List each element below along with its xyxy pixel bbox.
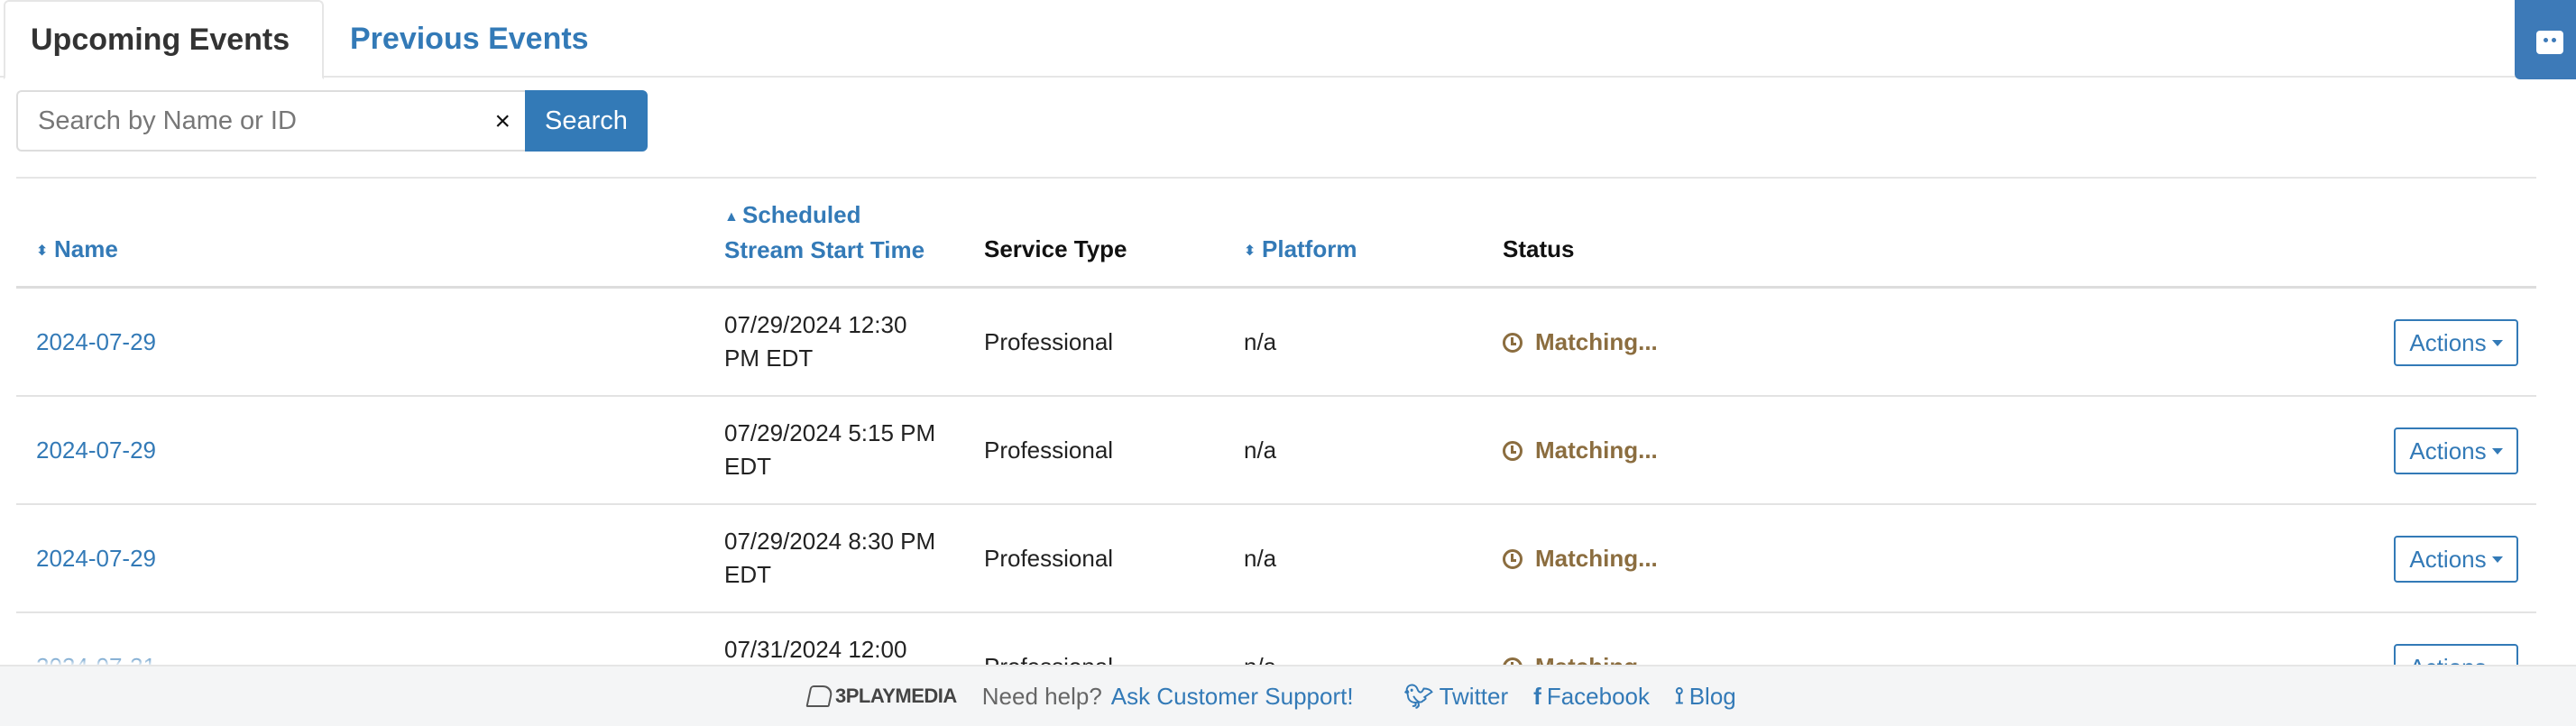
caret-down-icon bbox=[2491, 556, 2503, 563]
tab-upcoming-label: Upcoming Events bbox=[31, 22, 290, 57]
site-footer: 3PLAYMEDIA Need help? Ask Customer Suppo… bbox=[0, 665, 2576, 726]
events-table: ⬍ Name ▲ Scheduled Stream Start Time Servi… bbox=[16, 177, 2536, 721]
facebook-label: Facebook bbox=[1546, 682, 1651, 710]
header-service-type: Service Type bbox=[984, 235, 1127, 262]
rss-icon: ⟟ bbox=[1675, 682, 1684, 709]
actions-dropdown-button[interactable]: Actions bbox=[2394, 319, 2518, 366]
scheduled-time-line1: 07/29/2024 5:15 PM bbox=[724, 419, 936, 446]
table-row: 2024-07-29 07/29/2024 12:30 PM EDT Profe… bbox=[16, 289, 2536, 397]
customer-support-link[interactable]: Ask Customer Support! bbox=[1111, 683, 1354, 711]
event-name-link[interactable]: 2024-07-29 bbox=[36, 326, 156, 359]
event-tabs: Upcoming Events Previous Events bbox=[0, 0, 2536, 79]
actions-label: Actions bbox=[2409, 328, 2487, 356]
event-name-link[interactable]: 2024-07-29 bbox=[36, 434, 156, 467]
actions-label: Actions bbox=[2409, 437, 2487, 464]
scheduled-time-line2: PM EDT bbox=[724, 345, 814, 372]
header-scheduled-line2: Stream Start Time bbox=[724, 236, 925, 263]
service-type: Professional bbox=[984, 328, 1114, 355]
scheduled-time: 07/29/2024 8:30 PM EDT bbox=[724, 525, 968, 592]
scheduled-time-line2: EDT bbox=[724, 561, 771, 588]
header-name-label: Name bbox=[54, 235, 118, 262]
sort-both-icon: ⬍ bbox=[1244, 244, 1256, 259]
platform: n/a bbox=[1244, 328, 1277, 355]
status-badge: Matching... bbox=[1503, 326, 1658, 359]
scheduled-time: 07/29/2024 12:30 PM EDT bbox=[724, 308, 968, 375]
header-platform[interactable]: ⬍ Platform bbox=[1244, 233, 1357, 268]
actions-label: Actions bbox=[2409, 545, 2487, 573]
blog-label: Blog bbox=[1688, 682, 1736, 710]
search-input-box: × bbox=[16, 90, 525, 152]
status-text: Matching... bbox=[1535, 437, 1658, 464]
scheduled-time-line1: 07/29/2024 12:30 bbox=[724, 311, 907, 338]
service-type: Professional bbox=[984, 545, 1114, 572]
clock-icon bbox=[1503, 440, 1523, 461]
event-name-link[interactable]: 2024-07-29 bbox=[36, 542, 156, 575]
header-scheduled-start[interactable]: ▲ Scheduled Stream Start Time bbox=[724, 198, 925, 267]
service-type: Professional bbox=[984, 437, 1114, 464]
status-text: Matching... bbox=[1535, 328, 1658, 355]
twitter-label: Twitter bbox=[1439, 682, 1509, 710]
tab-upcoming-events[interactable]: Upcoming Events bbox=[4, 0, 324, 79]
scheduled-time-line1: 07/29/2024 8:30 PM bbox=[724, 528, 936, 555]
platform: n/a bbox=[1244, 545, 1277, 572]
clear-search-icon[interactable]: × bbox=[494, 105, 511, 139]
scheduled-time-line1: 07/31/2024 12:00 bbox=[724, 636, 907, 663]
clock-icon bbox=[1503, 548, 1523, 569]
sort-ascending-icon: ▲ bbox=[724, 209, 739, 225]
twitter-link[interactable]: 🐦︎ Twitter bbox=[1404, 683, 1509, 711]
blog-link[interactable]: ⟟ Blog bbox=[1675, 682, 1736, 711]
header-platform-label: Platform bbox=[1262, 235, 1357, 262]
caret-down-icon bbox=[2491, 339, 2503, 346]
header-status: Status bbox=[1503, 235, 1575, 262]
logo-text: 3PLAYMEDIA bbox=[835, 685, 957, 707]
table-row: 2024-07-29 07/29/2024 8:30 PM EDT Profes… bbox=[16, 505, 2536, 613]
scheduled-time-line2: EDT bbox=[724, 453, 771, 480]
scheduled-time: 07/31/2024 12:00 bbox=[724, 633, 968, 666]
help-text: Need help? bbox=[981, 682, 1102, 710]
status-badge: Matching... bbox=[1503, 434, 1658, 467]
table-row: 2024-07-29 07/29/2024 5:15 PM EDT Profes… bbox=[16, 397, 2536, 505]
feedback-widget[interactable]: Fe bbox=[2515, 0, 2576, 79]
search-input[interactable] bbox=[18, 92, 525, 150]
footer-content: 3PLAYMEDIA Need help? Ask Customer Suppo… bbox=[805, 666, 1736, 726]
caret-down-icon bbox=[2491, 447, 2503, 455]
search-bar: × Search bbox=[16, 90, 648, 152]
company-logo[interactable]: 3PLAYMEDIA bbox=[805, 685, 957, 708]
search-button[interactable]: Search bbox=[525, 90, 648, 152]
logo-mark-icon bbox=[805, 685, 834, 707]
facebook-link[interactable]: f Facebook bbox=[1533, 683, 1650, 711]
status-badge: Matching... bbox=[1503, 542, 1658, 575]
header-name[interactable]: ⬍ Name bbox=[36, 233, 118, 268]
platform: n/a bbox=[1244, 437, 1277, 464]
sort-both-icon: ⬍ bbox=[36, 244, 49, 259]
facebook-icon: f bbox=[1533, 682, 1541, 710]
header-scheduled-line1: Scheduled bbox=[742, 201, 861, 228]
chat-icon bbox=[2536, 31, 2563, 54]
twitter-icon: 🐦︎ bbox=[1403, 682, 1434, 710]
tab-previous-label: Previous Events bbox=[350, 21, 589, 56]
actions-dropdown-button[interactable]: Actions bbox=[2394, 427, 2518, 474]
clock-icon bbox=[1503, 332, 1523, 353]
tab-previous-events[interactable]: Previous Events bbox=[350, 0, 589, 78]
status-text: Matching... bbox=[1535, 545, 1658, 572]
actions-dropdown-button[interactable]: Actions bbox=[2394, 536, 2518, 583]
scheduled-time: 07/29/2024 5:15 PM EDT bbox=[724, 417, 968, 483]
table-header: ⬍ Name ▲ Scheduled Stream Start Time Servi… bbox=[16, 179, 2536, 289]
